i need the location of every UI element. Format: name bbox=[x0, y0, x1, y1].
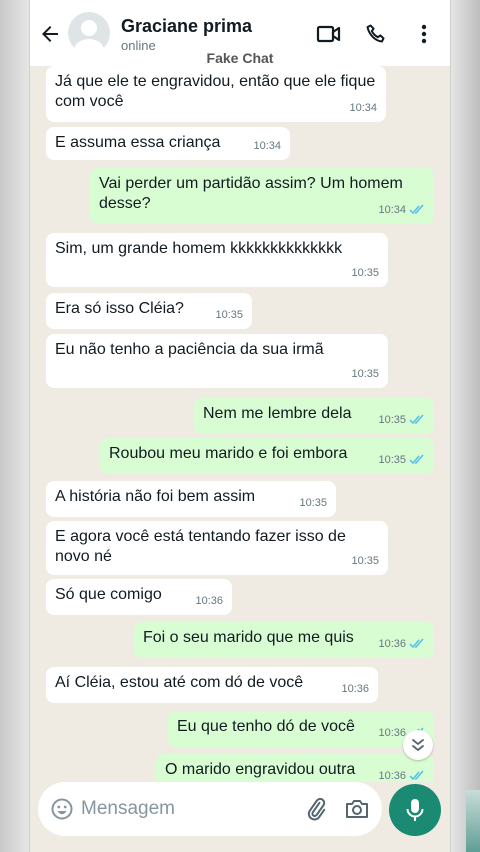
message-outgoing[interactable]: Roubou meu marido e foi embora 10:35 bbox=[100, 438, 434, 474]
watermark: Fake Chat bbox=[206, 50, 274, 66]
message-incoming[interactable]: Era só isso Cléia? 10:35 bbox=[46, 293, 252, 329]
read-ticks-icon bbox=[409, 414, 424, 425]
message-time: 10:35 bbox=[215, 309, 243, 321]
message-outgoing[interactable]: Foi o seu marido que me quis 10:36 bbox=[134, 622, 434, 658]
message-time: 10:36 bbox=[378, 727, 406, 739]
read-ticks-icon bbox=[409, 770, 424, 781]
message-outgoing[interactable]: Eu que tenho dó de você 10:36 bbox=[168, 711, 434, 747]
message-time: 10:36 bbox=[378, 638, 406, 650]
phone-icon[interactable] bbox=[364, 22, 390, 46]
message-time: 10:35 bbox=[378, 454, 406, 466]
message-incoming[interactable]: E assuma essa criança 10:34 bbox=[46, 127, 290, 160]
emoji-icon[interactable] bbox=[50, 797, 74, 821]
message-incoming[interactable]: Sim, um grande homem kkkkkkkkkkkkkk 10:3… bbox=[46, 233, 388, 287]
message-time: 10:36 bbox=[378, 770, 406, 782]
read-ticks-icon bbox=[409, 638, 424, 649]
message-time: 10:36 bbox=[341, 683, 369, 695]
message-outgoing[interactable]: O marido engravidou outra 10:36 bbox=[156, 754, 434, 782]
message-incoming[interactable]: Eu não tenho a paciência da sua irmã 10:… bbox=[46, 334, 388, 388]
message-time: 10:34 bbox=[378, 204, 406, 216]
message-text: Vai perder um partidão assim? Um homem d… bbox=[99, 175, 403, 212]
right-bezel bbox=[450, 0, 480, 852]
message-incoming[interactable]: E agora você está tentando fazer isso de… bbox=[46, 521, 388, 575]
message-outgoing[interactable]: Vai perder um partidão assim? Um homem d… bbox=[90, 168, 434, 224]
message-time: 10:34 bbox=[349, 102, 377, 114]
video-call-icon[interactable] bbox=[316, 22, 342, 46]
read-ticks-icon bbox=[409, 204, 424, 215]
message-text: A história não foi bem assim bbox=[55, 488, 256, 505]
more-vert-icon[interactable] bbox=[412, 22, 438, 46]
message-text: Aí Cléia, estou até com dó de você bbox=[55, 674, 304, 691]
message-text: Eu não tenho a paciência da sua irmã bbox=[55, 341, 324, 358]
message-incoming[interactable]: Já que ele te engravidou, então que ele … bbox=[46, 66, 386, 122]
message-time: 10:35 bbox=[351, 368, 379, 380]
message-time: 10:34 bbox=[253, 140, 281, 152]
message-text: Já que ele te engravidou, então que ele … bbox=[55, 73, 376, 110]
message-time: 10:35 bbox=[351, 555, 379, 567]
message-incoming[interactable]: Só que comigo 10:36 bbox=[46, 579, 232, 615]
message-text: E agora você está tentando fazer isso de… bbox=[55, 528, 346, 565]
message-outgoing[interactable]: Nem me lembre dela 10:35 bbox=[194, 398, 434, 434]
avatar[interactable] bbox=[68, 12, 110, 54]
mic-icon[interactable] bbox=[389, 784, 441, 836]
left-bezel bbox=[0, 0, 30, 852]
message-incoming[interactable]: A história não foi bem assim 10:35 bbox=[46, 481, 336, 517]
message-time: 10:35 bbox=[378, 414, 406, 426]
attach-icon[interactable] bbox=[304, 797, 328, 821]
read-ticks-icon bbox=[409, 454, 424, 465]
message-time: 10:36 bbox=[195, 595, 223, 607]
camera-icon[interactable] bbox=[344, 797, 370, 821]
message-input-bar[interactable]: Mensagem bbox=[38, 782, 382, 836]
message-input[interactable]: Mensagem bbox=[81, 798, 175, 820]
message-list: Já que ele te engravidou, então que ele … bbox=[30, 66, 450, 782]
scroll-down-icon[interactable] bbox=[403, 730, 433, 760]
message-text: E assuma essa criança bbox=[55, 134, 221, 151]
message-incoming[interactable]: Aí Cléia, estou até com dó de você 10:36 bbox=[46, 667, 378, 703]
phone-screen: Graciane prima online Fake Chat Já que e… bbox=[30, 0, 450, 852]
contact-name[interactable]: Graciane prima bbox=[121, 16, 252, 37]
message-text: Sim, um grande homem kkkkkkkkkkkkkk bbox=[55, 240, 343, 257]
message-time: 10:35 bbox=[299, 497, 327, 509]
back-arrow-icon[interactable] bbox=[38, 22, 62, 46]
message-time: 10:35 bbox=[351, 267, 379, 279]
